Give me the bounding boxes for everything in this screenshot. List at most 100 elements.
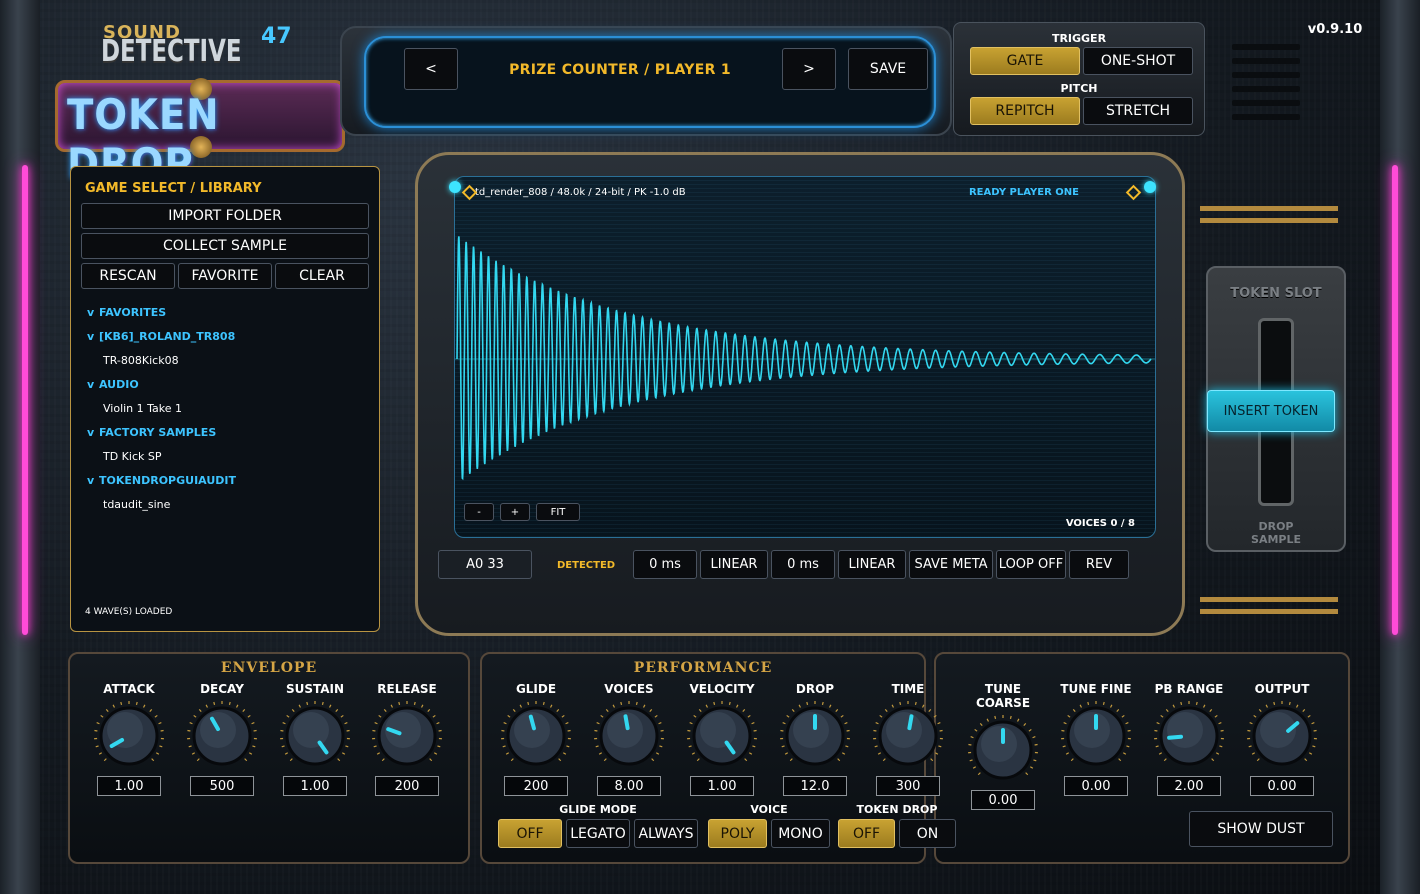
token-drop-on-button[interactable]: ON (899, 819, 956, 848)
tree-group[interactable]: v TOKENDROPGUIAUDIT (87, 468, 367, 492)
tree-item[interactable]: tdaudit_sine (87, 492, 367, 516)
collect-sample-button[interactable]: COLLECT SAMPLE (81, 233, 369, 259)
rotary-knob[interactable] (1060, 700, 1132, 772)
token-drop-off-button[interactable]: OFF (838, 819, 895, 848)
knob-tick (251, 722, 255, 725)
fade-in-curve-button[interactable]: LINEAR (700, 550, 768, 579)
chevron-down-icon[interactable]: v (87, 378, 99, 391)
waveform-display[interactable]: td_render_808 / 48.0k / 24-bit / PK -1.0… (454, 176, 1156, 538)
reverse-button[interactable]: REV (1069, 550, 1129, 579)
zoom-out-button[interactable]: - (464, 503, 494, 521)
knob-value-field[interactable]: 0.00 (971, 790, 1035, 810)
zoom-fit-button[interactable]: FIT (536, 503, 580, 521)
knob-tick (655, 752, 660, 755)
chevron-down-icon[interactable]: v (87, 474, 99, 487)
voice-poly-button[interactable]: POLY (708, 819, 767, 848)
knob-label: PB RANGE (1154, 682, 1224, 696)
knob-value-field[interactable]: 1.00 (690, 776, 754, 796)
knob-value-field[interactable]: 8.00 (597, 776, 661, 796)
voices-counter: VOICES 0 / 8 (1065, 518, 1135, 529)
tree-group[interactable]: v FACTORY SAMPLES (87, 420, 367, 444)
knob-value-field[interactable]: 200 (375, 776, 439, 796)
knob-tick (1121, 714, 1125, 718)
tree-item[interactable]: TD Kick SP (87, 444, 367, 468)
knob-tick (1312, 745, 1316, 748)
knob-tick (542, 701, 545, 706)
knob-tick (1258, 708, 1262, 713)
knob-tick (289, 758, 293, 762)
prev-preset-button[interactable]: < (404, 48, 458, 90)
save-meta-button[interactable]: SAVE META (909, 550, 993, 579)
chevron-down-icon[interactable]: v (87, 330, 99, 343)
pitch-stretch-button[interactable]: STRETCH (1083, 97, 1193, 125)
knob-tick (213, 701, 216, 706)
glide-mode-off-button[interactable]: OFF (498, 819, 562, 848)
tree-group[interactable]: v FAVORITES (87, 300, 367, 324)
tree-item[interactable]: Violin 1 Take 1 (87, 396, 367, 420)
knob-value-field[interactable]: 1.00 (97, 776, 161, 796)
clear-button[interactable]: CLEAR (275, 263, 369, 289)
rotary-knob[interactable] (279, 700, 351, 772)
fade-out-curve-button[interactable]: LINEAR (838, 550, 906, 579)
knob-highlight (293, 712, 329, 748)
next-preset-button[interactable]: > (782, 48, 836, 90)
insert-token-button[interactable]: INSERT TOKEN (1207, 390, 1335, 432)
knob-tick (742, 708, 746, 713)
fade-out-field[interactable]: 0 ms (771, 550, 835, 579)
trigger-oneshot-button[interactable]: ONE-SHOT (1083, 47, 1193, 75)
loop-toggle-button[interactable]: LOOP OFF (996, 550, 1066, 579)
chevron-down-icon[interactable]: v (87, 426, 99, 439)
rotary-knob[interactable] (686, 700, 758, 772)
knob-tick (373, 745, 377, 748)
knob-value-field[interactable]: 500 (190, 776, 254, 796)
pitch-repitch-button[interactable]: REPITCH (970, 97, 1080, 125)
rotary-knob[interactable] (1153, 700, 1225, 772)
glide-mode-always-button[interactable]: ALWAYS (634, 819, 698, 848)
fade-in-field[interactable]: 0 ms (633, 550, 697, 579)
rotary-knob[interactable] (779, 700, 851, 772)
favorite-button[interactable]: FAVORITE (178, 263, 272, 289)
root-note-field[interactable]: A0 33 (438, 550, 532, 579)
trigger-gate-button[interactable]: GATE (970, 47, 1080, 75)
knob-tick (1195, 701, 1198, 706)
import-folder-button[interactable]: IMPORT FOLDER (81, 203, 369, 229)
knob-value-field[interactable]: 1.00 (283, 776, 347, 796)
rotary-knob[interactable] (872, 700, 944, 772)
zoom-in-button[interactable]: + (500, 503, 530, 521)
knob-value-field[interactable]: 300 (876, 776, 940, 796)
end-marker-handle[interactable] (1144, 181, 1156, 193)
rotary-knob[interactable] (593, 700, 665, 772)
tree-label: FAVORITES (99, 305, 167, 319)
knob-tick (620, 701, 623, 706)
chevron-down-icon[interactable]: v (87, 306, 99, 319)
knob-value-field[interactable]: 12.0 (783, 776, 847, 796)
rotary-knob[interactable] (500, 700, 572, 772)
rotary-knob[interactable] (186, 700, 258, 772)
show-dust-button[interactable]: SHOW DUST (1189, 811, 1333, 847)
knob-label: DROP (795, 682, 835, 696)
tree-group[interactable]: v [KB6]_ROLAND_TR808 (87, 324, 367, 348)
glide-mode-legato-button[interactable]: LEGATO (566, 819, 630, 848)
tree-item[interactable]: TR-808Kick08 (87, 348, 367, 372)
knob-pointer (907, 714, 914, 731)
save-preset-button[interactable]: SAVE (848, 48, 928, 90)
knob-tick (596, 722, 600, 725)
rotary-knob[interactable] (967, 714, 1039, 786)
knob-value-field[interactable]: 0.00 (1064, 776, 1128, 796)
knob-tick (100, 714, 104, 718)
rotary-knob[interactable] (93, 700, 165, 772)
knob-tick (1122, 752, 1127, 755)
waveform-path (456, 236, 1152, 481)
knob-value-field[interactable]: 200 (504, 776, 568, 796)
voice-mono-button[interactable]: MONO (771, 819, 830, 848)
rotary-knob[interactable] (1246, 700, 1318, 772)
rescan-button[interactable]: RESCAN (81, 263, 175, 289)
start-marker-handle[interactable] (449, 181, 461, 193)
right-rail (1380, 0, 1420, 894)
knob-highlight (1167, 712, 1203, 748)
knob-tick (1209, 708, 1213, 713)
tree-group[interactable]: v AUDIO (87, 372, 367, 396)
rotary-knob[interactable] (371, 700, 443, 772)
knob-value-field[interactable]: 0.00 (1250, 776, 1314, 796)
knob-value-field[interactable]: 2.00 (1157, 776, 1221, 796)
